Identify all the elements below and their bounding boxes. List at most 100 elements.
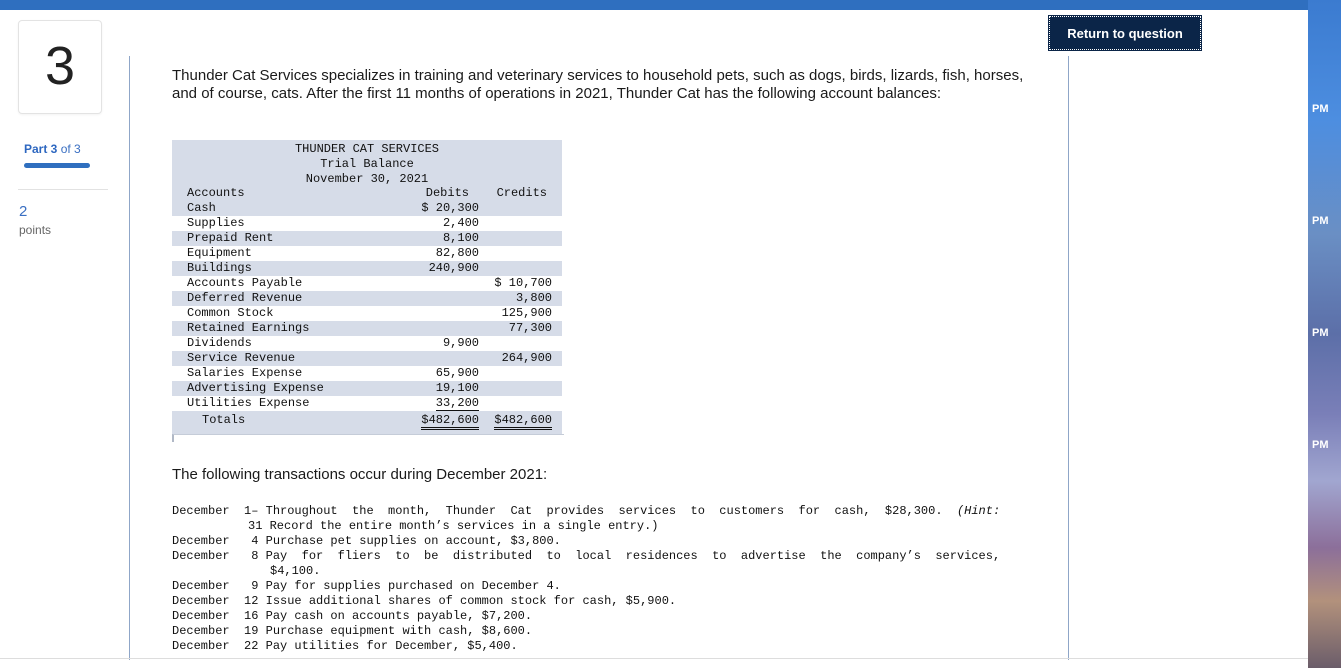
tb-account: Common Stock: [187, 306, 274, 320]
tb-account: Salaries Expense: [187, 366, 303, 380]
tb-totals-label: Totals: [202, 413, 246, 427]
transaction-line: December 19 Purchase equipment with cash…: [172, 624, 532, 638]
tx-day: 1–: [244, 504, 259, 518]
tb-account: Equipment: [187, 246, 252, 260]
table-row: Advertising Expense 19,100: [172, 381, 562, 396]
tx-text: Pay utilities for December, $5,400.: [265, 639, 518, 653]
transaction-line: December 8 Pay for fliers to be distribu…: [172, 549, 1000, 563]
tb-account: Buildings: [187, 261, 252, 275]
tb-bottom-edge: [172, 434, 564, 442]
tb-debit: $ 20,300: [421, 201, 479, 215]
table-row: Buildings 240,900: [172, 261, 562, 276]
tx-month: December: [172, 579, 230, 593]
tx-month: December: [172, 504, 230, 518]
question-intro-text: Thunder Cat Services specializes in trai…: [172, 67, 1024, 102]
transaction-line: December 1– Throughout the month, Thunde…: [172, 504, 1000, 518]
table-row: Supplies 2,400: [172, 216, 562, 231]
tx-month: December: [172, 624, 230, 638]
tb-header-row: Accounts Debits Credits: [172, 186, 562, 201]
question-number: 3: [44, 36, 76, 96]
table-row: Dividends 9,900: [172, 336, 562, 351]
table-row: Cash $ 20,300: [172, 201, 562, 216]
tb-credit: 125,900: [501, 306, 552, 320]
bottom-divider: [0, 658, 1308, 659]
table-row: Retained Earnings 77,300: [172, 321, 562, 336]
tb-debit: 2,400: [442, 216, 479, 230]
tx-month: December: [172, 549, 230, 563]
tx-text: Record the entire month’s services in a …: [269, 519, 659, 533]
tx-hint: (Hint:: [956, 504, 1001, 518]
desktop-time-label: PM: [1312, 215, 1329, 227]
tx-day: 9: [251, 579, 259, 593]
table-row: Deferred Revenue 3,800: [172, 291, 562, 306]
part-of: of 3: [60, 142, 81, 156]
sidebar-divider: [18, 189, 108, 190]
table-row: Accounts Payable $ 10,700: [172, 276, 562, 291]
tb-debit: 33,200: [435, 396, 479, 411]
tx-text: $4,100.: [270, 564, 321, 578]
content-left-border: [129, 56, 130, 660]
part-indicator: Part 3 of 3: [24, 142, 81, 156]
tb-col-credits: Credits: [496, 186, 547, 200]
tx-text: Purchase equipment with cash, $8,600.: [265, 624, 533, 638]
tb-title: Trial Balance: [320, 157, 414, 171]
points-label: points: [19, 223, 52, 237]
transactions-heading: The following transactions occur during …: [172, 466, 548, 483]
tb-account: Deferred Revenue: [187, 291, 303, 305]
tx-text: Pay for supplies purchased on December 4…: [265, 579, 561, 593]
tb-total-credit: $482,600: [494, 413, 552, 430]
table-row: Common Stock 125,900: [172, 306, 562, 321]
tx-month: December: [172, 609, 230, 623]
tx-day: 22: [244, 639, 259, 653]
desktop-time-label: PM: [1312, 439, 1329, 451]
part-label: Part 3: [24, 142, 58, 156]
tb-debit: 9,900: [442, 336, 479, 350]
tb-credit: 264,900: [501, 351, 552, 365]
desktop-time-label: PM: [1312, 103, 1329, 115]
tx-month: December: [172, 534, 230, 548]
table-row: Utilities Expense 33,200: [172, 396, 562, 411]
tb-account: Advertising Expense: [187, 381, 324, 395]
tb-account: Accounts Payable: [187, 276, 303, 290]
tb-account: Dividends: [187, 336, 252, 350]
tb-debit: 240,900: [428, 261, 479, 275]
tb-company: THUNDER CAT SERVICES: [294, 142, 440, 156]
tb-debit: 65,900: [435, 366, 479, 380]
trial-balance-table: THUNDER CAT SERVICES Trial Balance Novem…: [172, 140, 562, 440]
tx-day: 19: [244, 624, 259, 638]
table-row: Service Revenue 264,900: [172, 351, 562, 366]
tx-text: Throughout the month, Thunder Cat provid…: [265, 504, 957, 518]
tx-day: 16: [244, 609, 259, 623]
tb-col-debits: Debits: [425, 186, 469, 200]
tb-account: Supplies: [187, 216, 245, 230]
tb-account: Prepaid Rent: [187, 231, 274, 245]
tx-text: Issue additional shares of common stock …: [265, 594, 677, 608]
tx-text: Pay cash on accounts payable, $7,200.: [265, 609, 533, 623]
transaction-line: December 9 Pay for supplies purchased on…: [172, 579, 561, 593]
tb-debit: 19,100: [435, 381, 479, 395]
tb-date: November 30, 2021: [305, 172, 429, 186]
transaction-line: December 16 Pay cash on accounts payable…: [172, 609, 532, 623]
part-progress-bar: [24, 163, 90, 168]
transaction-line: December 12 Issue additional shares of c…: [172, 594, 676, 608]
tx-day: 4: [251, 534, 259, 548]
return-to-question-button[interactable]: Return to question: [1048, 15, 1202, 51]
tb-account: Utilities Expense: [187, 396, 310, 410]
tb-account: Service Revenue: [187, 351, 296, 365]
transaction-line: December 22 Pay utilities for December, …: [172, 639, 518, 653]
table-row: Equipment 82,800: [172, 246, 562, 261]
tb-debit: 82,800: [435, 246, 479, 260]
tx-day: 31: [248, 519, 263, 533]
table-row: Prepaid Rent 8,100: [172, 231, 562, 246]
tb-col-accounts: Accounts: [187, 186, 245, 200]
top-accent-bar: [0, 0, 1308, 10]
tx-month: December: [172, 594, 230, 608]
tb-total-debit: $482,600: [421, 413, 479, 430]
transaction-line: December 4 Purchase pet supplies on acco…: [172, 534, 561, 548]
transaction-line: $4,100.: [270, 564, 320, 578]
tx-text: Purchase pet supplies on account, $3,800…: [265, 534, 561, 548]
question-number-box: 3: [18, 20, 102, 114]
tx-day: 8: [251, 549, 259, 563]
tb-account: Cash: [187, 201, 216, 215]
content-right-border: [1068, 56, 1069, 660]
